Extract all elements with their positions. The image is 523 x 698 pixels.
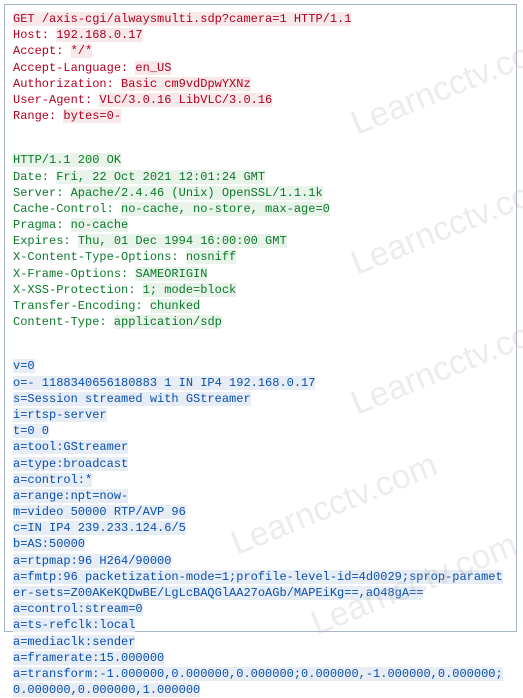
header-value: bytes=0-	[63, 109, 121, 123]
packet-capture-box: Learncctv.com Learncctv.com Learncctv.co…	[4, 4, 517, 632]
header-accept: Accept: */*	[13, 43, 508, 59]
header-value: no-cache	[71, 218, 129, 232]
header-range: Range: bytes=0-	[13, 108, 508, 124]
sdp-line: b=AS:50000	[13, 536, 508, 552]
header-value: en_US	[135, 61, 171, 75]
header-value: 192.168.0.17	[56, 28, 142, 42]
sdp-line: a=transform:-1.000000,0.000000,0.000000;…	[13, 666, 508, 698]
http-version: HTTP/1.1	[287, 12, 352, 26]
header-cache-control: Cache-Control: no-cache, no-store, max-a…	[13, 201, 508, 217]
header-transfer-encoding: Transfer-Encoding: chunked	[13, 298, 508, 314]
method: GET	[13, 12, 42, 26]
sdp-line: a=type:broadcast	[13, 456, 508, 472]
sdp-line: v=0	[13, 358, 508, 374]
request-uri: /axis-cgi/alwaysmulti.sdp?camera=1	[42, 12, 287, 26]
sdp-line: o=- 1188340656180883 1 IN IP4 192.168.0.…	[13, 375, 508, 391]
blank-line	[13, 124, 508, 138]
sdp-line: a=ts-refclk:local	[13, 617, 508, 633]
http-request-line: GET /axis-cgi/alwaysmulti.sdp?camera=1 H…	[13, 11, 508, 27]
sdp-line: m=video 50000 RTP/AVP 96	[13, 504, 508, 520]
header-expires: Expires: Thu, 01 Dec 1994 16:00:00 GMT	[13, 233, 508, 249]
header-user-agent: User-Agent: VLC/3.0.16 LibVLC/3.0.16	[13, 92, 508, 108]
sdp-line: a=control:stream=0	[13, 601, 508, 617]
header-value: Apache/2.4.46 (Unix) OpenSSL/1.1.1k	[71, 186, 323, 200]
header-content-type: Content-Type: application/sdp	[13, 314, 508, 330]
header-key: Server:	[13, 186, 71, 200]
header-key: Date:	[13, 170, 56, 184]
header-key: X-Frame-Options:	[13, 267, 135, 281]
header-value: Fri, 22 Oct 2021 12:01:24 GMT	[56, 170, 265, 184]
blank-line	[13, 138, 508, 152]
sdp-line: s=Session streamed with GStreamer	[13, 391, 508, 407]
sdp-line: a=mediaclk:sender	[13, 634, 508, 650]
sdp-line: a=framerate:15.000000	[13, 650, 508, 666]
header-key: X-Content-Type-Options:	[13, 250, 186, 264]
http-status-line: HTTP/1.1 200 OK	[13, 152, 508, 168]
header-key: X-XSS-Protection:	[13, 283, 143, 297]
header-x-content-type-options: X-Content-Type-Options: nosniff	[13, 249, 508, 265]
header-key: Transfer-Encoding:	[13, 299, 150, 313]
header-value: */*	[71, 44, 93, 58]
header-server: Server: Apache/2.4.46 (Unix) OpenSSL/1.1…	[13, 185, 508, 201]
header-accept-language: Accept-Language: en_US	[13, 60, 508, 76]
sdp-line: a=tool:GStreamer	[13, 439, 508, 455]
sdp-line: i=rtsp-server	[13, 407, 508, 423]
header-date: Date: Fri, 22 Oct 2021 12:01:24 GMT	[13, 169, 508, 185]
header-value: 1; mode=block	[143, 283, 237, 297]
header-key: Accept-Language:	[13, 61, 135, 75]
header-key: Authorization:	[13, 77, 121, 91]
blank-line	[13, 344, 508, 358]
header-value: Basic cm9vdDpwYXNz	[121, 77, 251, 91]
header-key: Range:	[13, 109, 63, 123]
header-value: application/sdp	[114, 315, 222, 329]
header-authorization: Authorization: Basic cm9vdDpwYXNz	[13, 76, 508, 92]
sdp-line: a=fmtp:96 packetization-mode=1;profile-l…	[13, 569, 508, 601]
header-value: no-cache, no-store, max-age=0	[121, 202, 330, 216]
header-pragma: Pragma: no-cache	[13, 217, 508, 233]
header-key: Pragma:	[13, 218, 71, 232]
header-value: chunked	[150, 299, 200, 313]
header-value: Thu, 01 Dec 1994 16:00:00 GMT	[78, 234, 287, 248]
blank-line	[13, 330, 508, 344]
sdp-line: a=control:*	[13, 472, 508, 488]
status-text: HTTP/1.1 200 OK	[13, 153, 121, 167]
header-host: Host: 192.168.0.17	[13, 27, 508, 43]
header-value: nosniff	[186, 250, 236, 264]
sdp-line: c=IN IP4 239.233.124.6/5	[13, 520, 508, 536]
header-key: Cache-Control:	[13, 202, 121, 216]
header-x-frame-options: X-Frame-Options: SAMEORIGIN	[13, 266, 508, 282]
header-key: Content-Type:	[13, 315, 114, 329]
sdp-line: a=range:npt=now-	[13, 488, 508, 504]
header-x-xss-protection: X-XSS-Protection: 1; mode=block	[13, 282, 508, 298]
header-key: Host:	[13, 28, 56, 42]
sdp-line: t=0 0	[13, 423, 508, 439]
header-key: Expires:	[13, 234, 78, 248]
header-value: SAMEORIGIN	[135, 267, 207, 281]
header-value: VLC/3.0.16 LibVLC/3.0.16	[99, 93, 272, 107]
header-key: Accept:	[13, 44, 71, 58]
sdp-line: a=rtpmap:96 H264/90000	[13, 553, 508, 569]
header-key: User-Agent:	[13, 93, 99, 107]
